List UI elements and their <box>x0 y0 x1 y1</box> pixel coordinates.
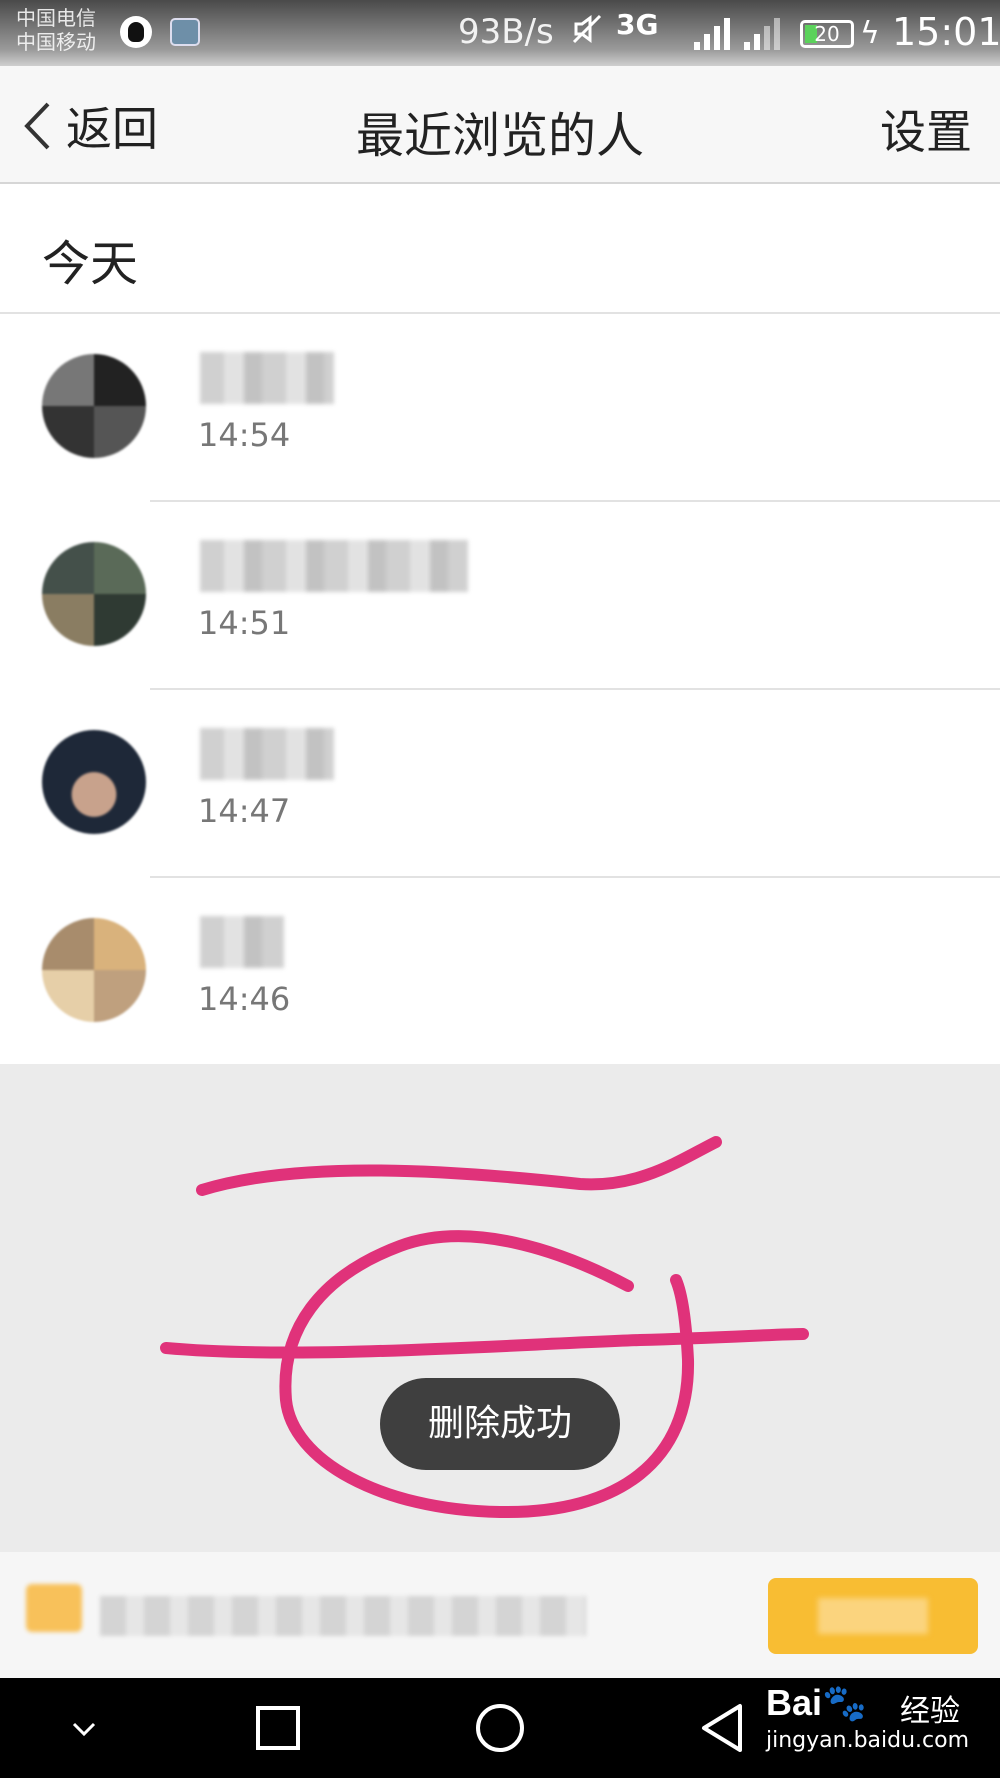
chevron-down-icon[interactable] <box>54 1698 114 1758</box>
avatar <box>42 918 146 1022</box>
visit-time: 14:54 <box>198 416 291 454</box>
watermark-brand: Bai🐾 <box>766 1682 867 1723</box>
blurred-name <box>200 540 468 592</box>
gallery-icon <box>170 18 200 46</box>
network-type: 3G <box>616 8 659 41</box>
signal-icon <box>694 18 730 50</box>
visit-time: 14:47 <box>198 792 291 830</box>
watermark-url: jingyan.baidu.com <box>766 1728 970 1753</box>
carrier-1: 中国电信 <box>16 6 96 30</box>
blurred-banner-text <box>100 1596 586 1636</box>
toast-message: 删除成功 <box>380 1378 620 1470</box>
section-title-today: 今天 <box>42 236 139 292</box>
recents-icon[interactable] <box>248 1698 308 1758</box>
charging-icon: ϟ <box>860 16 880 51</box>
carrier-labels: 中国电信 中国移动 <box>16 6 96 54</box>
signal-icon-2 <box>744 18 780 50</box>
qq-icon <box>120 16 152 48</box>
net-speed: 93B/s <box>458 12 554 52</box>
banner-action-button[interactable] <box>768 1578 978 1654</box>
status-bar: 中国电信 中国移动 93B/s 3G 20 ϟ 15:01 <box>0 0 1000 66</box>
carrier-2: 中国移动 <box>16 30 96 54</box>
page-title: 最近浏览的人 <box>355 108 644 164</box>
blurred-button-label <box>818 1598 928 1634</box>
avatar <box>42 730 146 834</box>
avatar <box>42 542 146 646</box>
promo-banner[interactable] <box>0 1552 1000 1678</box>
navigation-bar: 返回 最近浏览的人 设置 <box>0 66 1000 184</box>
visit-time: 14:46 <box>198 980 291 1018</box>
list-item[interactable]: 14:51 <box>0 502 1000 690</box>
baidu-jingyan-watermark: Bai🐾 经验 jingyan.baidu.com <box>760 1672 980 1768</box>
list-item[interactable]: 14:47 <box>0 690 1000 878</box>
paw-icon: 🐾 <box>822 1682 867 1723</box>
battery-icon: 20 <box>800 20 854 48</box>
battery-level: 20 <box>814 22 840 46</box>
list-item[interactable]: 14:54 <box>0 314 1000 502</box>
blurred-name <box>200 728 334 780</box>
mute-icon <box>570 12 604 54</box>
list-item[interactable]: 14:46 <box>0 878 1000 1066</box>
watermark-brand-cn: 经验 <box>900 1694 960 1729</box>
avatar <box>42 354 146 458</box>
settings-button[interactable]: 设置 <box>880 96 972 162</box>
clock: 15:01 <box>892 10 1000 54</box>
visit-time: 14:51 <box>198 604 291 642</box>
banner-icon <box>26 1584 82 1632</box>
blurred-name <box>200 352 334 404</box>
visitor-list: 今天 14:54 14:51 14:47 14:46 <box>0 184 1000 1064</box>
back-icon[interactable] <box>694 1698 754 1758</box>
blurred-name <box>200 916 284 968</box>
home-icon[interactable] <box>470 1698 530 1758</box>
